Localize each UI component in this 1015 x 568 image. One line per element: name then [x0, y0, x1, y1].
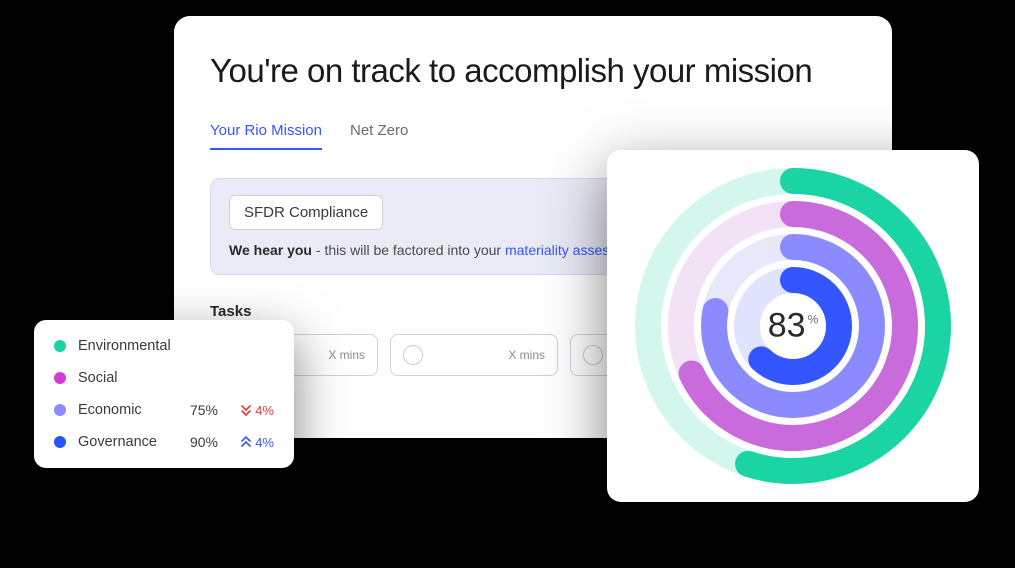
legend-label: Environmental: [78, 338, 274, 354]
info-body: - this will be factored into your: [312, 242, 505, 258]
info-lead: We hear you: [229, 242, 312, 258]
legend-row: Environmental: [54, 338, 274, 354]
task-duration: X mins: [508, 348, 545, 362]
legend-row: Social: [54, 370, 274, 386]
legend-card: EnvironmentalSocialEconomic75%4%Governan…: [34, 320, 294, 468]
legend-label: Economic: [78, 402, 168, 418]
legend-value: 90%: [180, 434, 218, 450]
legend-dot-icon: [54, 372, 66, 384]
radial-chart: 83 %: [633, 166, 953, 486]
tab-your-rio-mission[interactable]: Your Rio Mission: [210, 122, 322, 149]
circle-icon: [583, 345, 603, 365]
legend-row: Economic 75% 4%: [54, 402, 274, 418]
legend-label: Social: [78, 370, 274, 386]
legend-row: Governance 90% 4%: [54, 434, 274, 450]
radial-chart-center: 83 %: [768, 307, 819, 346]
legend-dot-icon: [54, 436, 66, 448]
tab-net-zero[interactable]: Net Zero: [350, 122, 408, 149]
legend-dot-icon: [54, 340, 66, 352]
task-card[interactable]: X mins: [390, 334, 558, 376]
score-card: 83 %: [607, 150, 979, 502]
legend-value: 75%: [180, 402, 218, 418]
task-duration: X mins: [328, 348, 365, 362]
page-title: You're on track to accomplish your missi…: [210, 52, 856, 90]
legend-label: Governance: [78, 434, 168, 450]
mission-tabs: Your Rio Mission Net Zero: [210, 122, 856, 150]
score-value: 83: [768, 307, 806, 346]
legend-dot-icon: [54, 404, 66, 416]
circle-icon: [403, 345, 423, 365]
sfdr-chip[interactable]: SFDR Compliance: [229, 195, 383, 230]
chevron-up-icon: 4%: [230, 435, 274, 450]
score-unit: %: [808, 313, 819, 327]
chevron-down-icon: 4%: [230, 403, 274, 418]
